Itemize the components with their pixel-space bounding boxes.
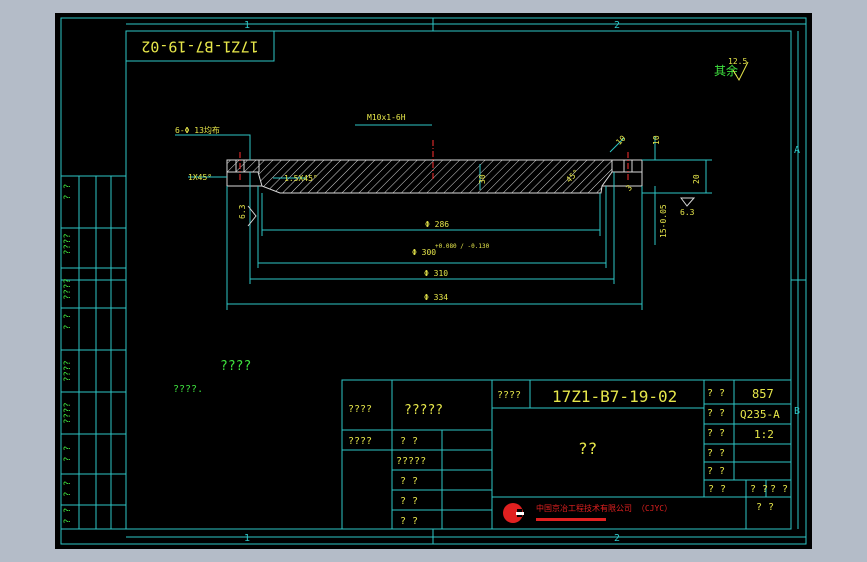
zone-label-a: A (794, 145, 800, 156)
zone-label-bottom-2: 2 (614, 533, 620, 544)
strip-label: ? ? (63, 481, 73, 497)
drawing-sheet (55, 13, 812, 549)
drawing-number-rotated: 17Z1-B7-19-02 (141, 38, 258, 56)
strip-label: ???? (63, 233, 73, 255)
tb-r1c2: ????? (404, 403, 443, 418)
zone-label-bottom-1: 1 (244, 533, 250, 544)
height-20-note: 20 (692, 174, 701, 184)
dim-d2-tol: +0.080 / -0.130 (435, 243, 490, 250)
roughness-note-value: 12.5 (728, 57, 747, 66)
tb-drawing-label: ???? (497, 390, 521, 401)
tb-r1c1: ???? (348, 404, 372, 415)
zone-label-top-1: 1 (244, 20, 250, 31)
note-body: ????. (173, 384, 203, 395)
zone-label-b: B (794, 406, 800, 417)
dim-15-note: 15-0.05 (659, 204, 668, 238)
strip-label: ???? (63, 278, 73, 300)
tb-qty-value: 857 (752, 387, 774, 401)
tb-scale-value: 1:2 (754, 428, 774, 441)
tb-sheet-label: ? ? (707, 466, 725, 477)
tb-weight-label: ? ? (707, 448, 725, 459)
note-title: ???? (220, 359, 251, 374)
depth-note: 10 (652, 135, 661, 145)
company-name: 中国京冶工程技术有限公司 （CJYC） (536, 503, 672, 513)
strip-label: ? ? (63, 446, 73, 462)
tb-row5-c: ? ? (770, 484, 788, 495)
dim-d1: Φ 286 (425, 220, 449, 229)
dim-d3: Φ 310 (424, 269, 448, 278)
tb-qty-label: ? ? (707, 388, 725, 399)
tb-part-name: ?? (578, 439, 597, 458)
tb-material-label: ? ? (707, 408, 725, 419)
tb-r2c2: ? ? (400, 436, 418, 447)
bolt-hole-note: 6-Φ 13均布 (175, 125, 220, 135)
roughness-left-note: 6.3 (238, 204, 247, 219)
dim-d4: Φ 334 (424, 293, 448, 302)
drawing-canvas: 1 2 1 2 A B 17Z1-B7-19-02 其余 12.5 6-Φ 13… (55, 13, 812, 549)
strip-label: ???? (63, 402, 73, 424)
tb-r6c2: ? ? (400, 516, 418, 527)
chamfer-left-note: 1X45° (188, 173, 212, 182)
thickness-note: 30 (478, 174, 487, 184)
tb-row5-a: ? ? (708, 484, 726, 495)
tb-row5-b: ? ? (750, 484, 768, 495)
tb-r5c2: ? ? (400, 496, 418, 507)
tb-drawing-number: 17Z1-B7-19-02 (552, 387, 677, 406)
tb-r3c2: ????? (396, 456, 426, 467)
dim-d2: Φ 300 (412, 248, 436, 257)
strip-label: ? ? (63, 508, 73, 524)
tb-material-value: Q235-A (740, 408, 780, 421)
strip-label: ???? (63, 360, 73, 382)
thread-note: M10x1-6H (367, 113, 406, 122)
tb-r4c2: ? ? (400, 476, 418, 487)
tb-company-sub: ? ? (756, 502, 774, 513)
tb-scale-label: ? ? (707, 428, 725, 439)
chamfer-inner-note: 1.5X45° (284, 174, 318, 183)
strip-label: ? ? (63, 314, 73, 330)
zone-label-top-2: 2 (614, 20, 620, 31)
tb-r2c1: ???? (348, 436, 372, 447)
strip-label: ? ? (63, 184, 73, 200)
roughness-right-note: 6.3 (680, 208, 695, 217)
